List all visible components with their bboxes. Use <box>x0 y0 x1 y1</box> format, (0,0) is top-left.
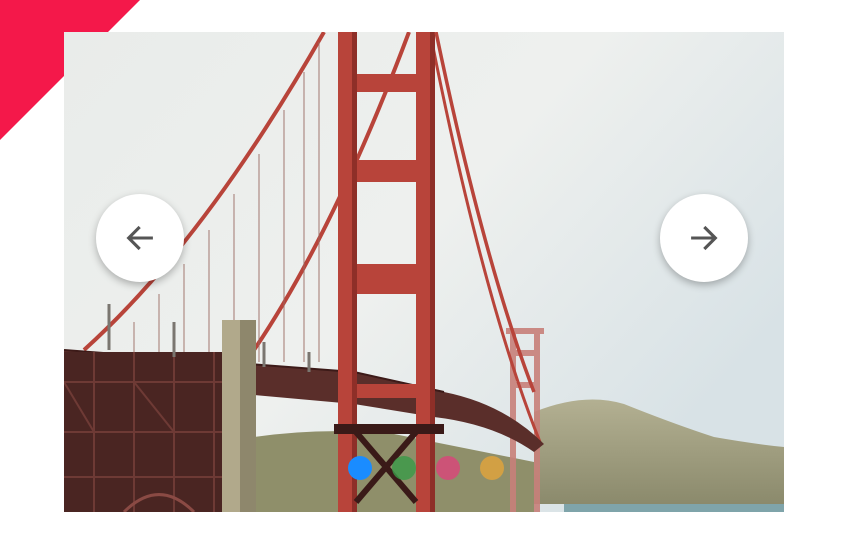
pagination-dot-1[interactable] <box>348 456 372 480</box>
pagination-dot-4[interactable] <box>480 456 504 480</box>
pagination-dot-3[interactable] <box>436 456 460 480</box>
carousel-pagination <box>348 456 504 480</box>
previous-slide-button[interactable] <box>96 194 184 282</box>
next-slide-button[interactable] <box>660 194 748 282</box>
arrow-left-icon <box>126 225 153 251</box>
arrow-right-icon <box>691 225 718 251</box>
pagination-dot-2[interactable] <box>392 456 416 480</box>
